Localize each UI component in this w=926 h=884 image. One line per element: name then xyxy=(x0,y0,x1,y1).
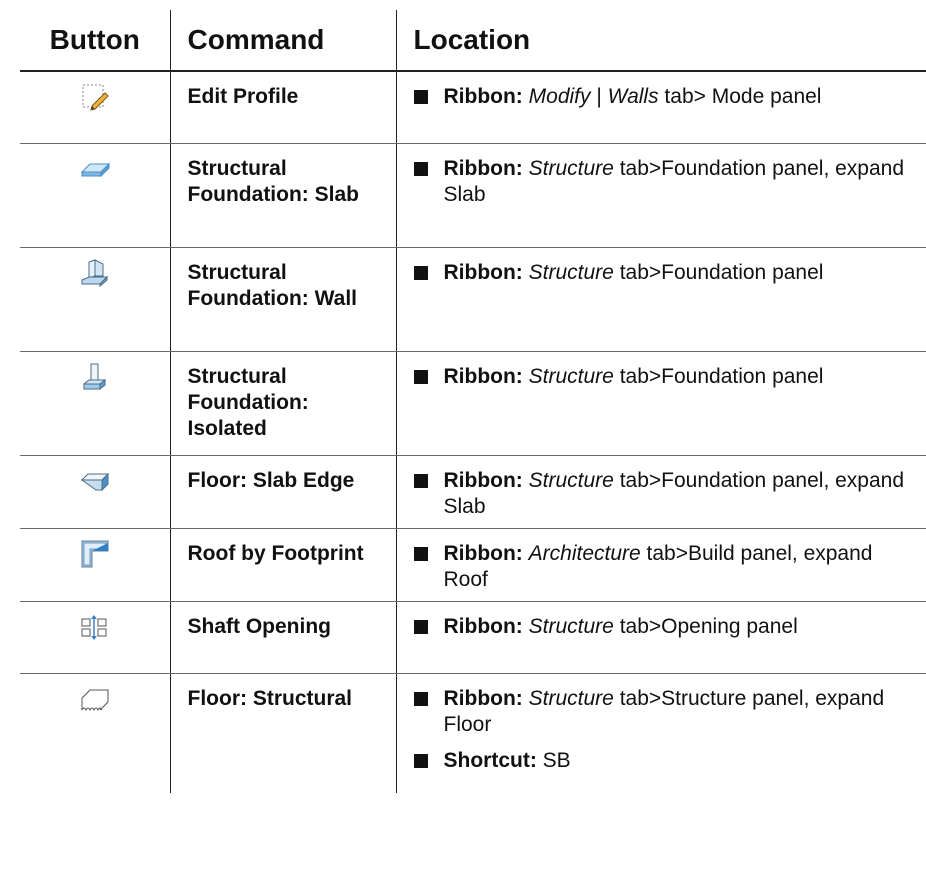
bullet-icon xyxy=(413,369,428,384)
location-label: Ribbon: xyxy=(443,541,523,565)
bullet-icon xyxy=(413,619,428,634)
location-item: Ribbon: Architecture tab>Build panel, ex… xyxy=(413,541,917,593)
location-text: Ribbon: Structure tab>Foundation panel, … xyxy=(444,468,917,520)
command-cell: Floor: Slab Edge xyxy=(170,455,397,529)
location-text: Ribbon: Structure tab>Structure panel, e… xyxy=(444,686,917,738)
location-cell: Ribbon: Modify | Walls tab> Mode panel xyxy=(396,71,926,144)
structural-floor-icon xyxy=(78,689,112,719)
location-text: Ribbon: Structure tab>Foundation panel xyxy=(444,364,824,390)
location-label: Ribbon: xyxy=(443,260,523,284)
bullet-icon xyxy=(413,265,428,280)
location-item: Ribbon: Structure tab>Foundation panel, … xyxy=(413,156,917,208)
bullet-icon xyxy=(413,691,428,706)
command-cell: Floor: Structural xyxy=(170,673,397,793)
location-label: Ribbon: xyxy=(443,686,523,710)
location-rest: SB xyxy=(542,748,571,772)
button-cell xyxy=(20,247,171,352)
roof-footprint-icon xyxy=(78,540,112,574)
location-item: Ribbon: Structure tab>Foundation panel xyxy=(413,364,917,390)
button-cell xyxy=(20,143,171,248)
command-cell: Structural Foundation: Slab xyxy=(170,143,397,248)
location-text: Shortcut: SB xyxy=(444,748,571,774)
location-label: Ribbon: xyxy=(443,85,523,108)
location-label: Ribbon: xyxy=(443,468,523,492)
location-item: Shortcut: SB xyxy=(413,748,917,774)
slab-foundation-icon xyxy=(78,162,112,189)
button-cell xyxy=(20,455,171,529)
location-cell: Ribbon: Structure tab>Foundation panel xyxy=(396,351,926,456)
location-rest: tab> Mode panel xyxy=(658,85,822,108)
bullet-icon xyxy=(413,546,428,561)
location-text: Ribbon: Modify | Walls tab> Mode panel xyxy=(444,84,822,110)
location-item: Ribbon: Structure tab>Foundation panel, … xyxy=(413,468,917,520)
command-cell: Structural Foundation: Isolated xyxy=(170,351,397,456)
table-row: Floor: Slab Edge Ribbon: Structure tab>Fo… xyxy=(20,455,926,529)
location-rest: tab>Foundation panel xyxy=(613,260,824,284)
location-text: Ribbon: Architecture tab>Build panel, ex… xyxy=(444,541,917,593)
tab-name: Architecture xyxy=(528,541,641,565)
location-cell: Ribbon: Architecture tab>Build panel, ex… xyxy=(396,528,926,602)
isolated-foundation-icon xyxy=(78,363,112,397)
table-row: Edit Profile Ribbon: Modify | Walls tab> … xyxy=(20,71,926,144)
tab-name: Structure xyxy=(528,468,614,492)
slab-edge-icon xyxy=(78,472,112,501)
location-item: Ribbon: Structure tab>Opening panel xyxy=(413,614,917,640)
location-label: Shortcut: xyxy=(443,748,537,772)
location-label: Ribbon: xyxy=(443,364,523,388)
location-label: Ribbon: xyxy=(443,156,523,180)
location-item: Ribbon: Modify | Walls tab> Mode panel xyxy=(413,84,917,110)
button-cell xyxy=(20,351,171,456)
tab-name: Structure xyxy=(528,614,614,638)
header-location: Location xyxy=(396,10,926,72)
wall-foundation-icon xyxy=(78,258,112,293)
shaft-opening-icon xyxy=(78,614,112,647)
location-item: Ribbon: Structure tab>Foundation panel xyxy=(413,260,917,286)
header-button: Button xyxy=(20,10,171,72)
commands-table: Button Command Location Edit Profile Ribb… xyxy=(20,10,926,793)
table-row: Shaft Opening Ribbon: Structure tab>Openi… xyxy=(20,601,926,674)
table-row: Structural Foundation: Slab Ribbon: Struc… xyxy=(20,143,926,248)
edit-profile-icon xyxy=(78,84,112,117)
command-cell: Roof by Footprint xyxy=(170,528,397,602)
button-cell xyxy=(20,528,171,602)
table-row: Structural Foundation: Wall Ribbon: Struc… xyxy=(20,247,926,352)
location-rest: tab>Foundation panel xyxy=(613,364,824,388)
button-cell xyxy=(20,601,171,674)
table-row: Roof by Footprint Ribbon: Architecture ta… xyxy=(20,528,926,602)
bullet-icon xyxy=(413,753,428,768)
tab-name: Walls xyxy=(607,85,659,108)
command-cell: Structural Foundation: Wall xyxy=(170,247,397,352)
tab-name: Structure xyxy=(528,686,614,710)
location-cell: Ribbon: Structure tab>Structure panel, e… xyxy=(396,673,926,793)
location-cell: Ribbon: Structure tab>Opening panel xyxy=(396,601,926,674)
location-text: Ribbon: Structure tab>Opening panel xyxy=(444,614,798,640)
table-header-row: Button Command Location xyxy=(20,10,926,72)
location-cell: Ribbon: Structure tab>Foundation panel, … xyxy=(396,143,926,248)
tab-name: Structure xyxy=(528,260,614,284)
location-rest: tab>Opening panel xyxy=(613,614,798,638)
location-cell: Ribbon: Structure tab>Foundation panel, … xyxy=(396,455,926,529)
bullet-icon xyxy=(413,161,428,176)
header-command: Command xyxy=(170,10,397,72)
tab-name: Structure xyxy=(528,364,614,388)
location-cell: Ribbon: Structure tab>Foundation panel xyxy=(396,247,926,352)
bullet-icon xyxy=(413,90,428,104)
table-row: Structural Foundation: Isolated Ribbon: S… xyxy=(20,351,926,456)
bullet-icon xyxy=(413,473,428,488)
location-text: Ribbon: Structure tab>Foundation panel xyxy=(444,260,824,286)
location-label: Ribbon: xyxy=(443,614,523,638)
location-item: Ribbon: Structure tab>Structure panel, e… xyxy=(413,686,917,738)
tab-name: Modify xyxy=(528,85,591,108)
table-row: Floor: Structural Ribbon: Structure tab>S… xyxy=(20,673,926,793)
button-cell xyxy=(20,673,171,793)
command-cell: Edit Profile xyxy=(170,71,397,144)
button-cell xyxy=(20,71,171,144)
location-rest: | xyxy=(590,85,608,108)
tab-name: Structure xyxy=(528,156,614,180)
command-cell: Shaft Opening xyxy=(170,601,397,674)
location-text: Ribbon: Structure tab>Foundation panel, … xyxy=(444,156,917,208)
